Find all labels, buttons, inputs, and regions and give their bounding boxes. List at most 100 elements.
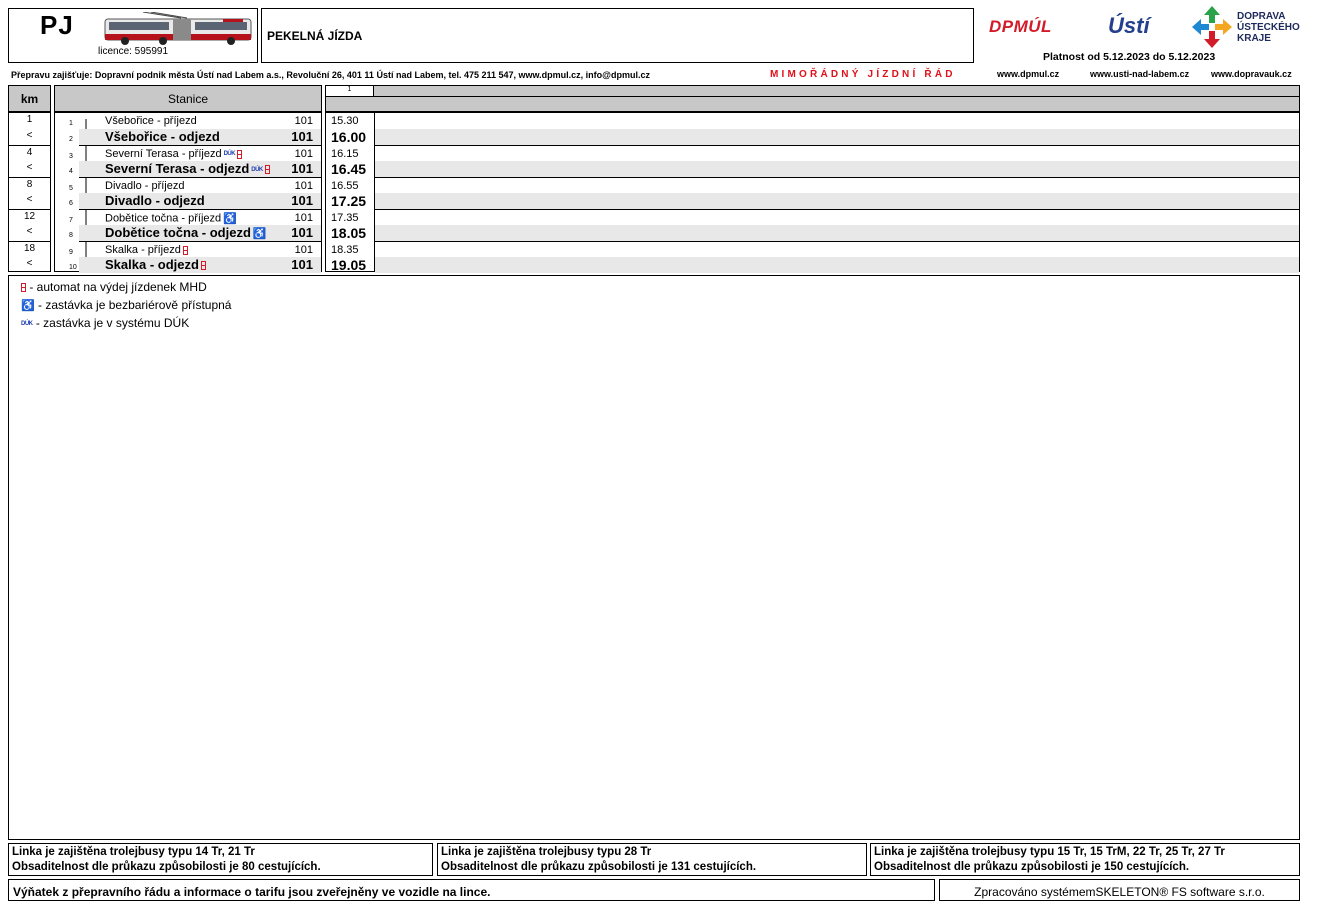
line-code: PJ bbox=[40, 10, 74, 40]
duk-icon: DÚK bbox=[251, 166, 263, 173]
stop-sequence: 3 bbox=[69, 153, 73, 160]
km-row: < bbox=[9, 129, 50, 145]
station-row: 10 Skalka - odjezd 101 bbox=[69, 257, 321, 273]
tariff-zone: 101 bbox=[291, 257, 313, 272]
departure-time: 17.35 bbox=[331, 212, 359, 224]
km-value: < bbox=[26, 194, 33, 205]
tariff-zone: 101 bbox=[294, 244, 313, 256]
usti-logo: Ústí bbox=[1108, 13, 1150, 38]
url-dopravauk[interactable]: www.dopravauk.cz bbox=[1211, 69, 1292, 79]
stop-sequence: 9 bbox=[69, 249, 73, 256]
tariff-zone: 101 bbox=[291, 161, 313, 176]
stop-sequence: 8 bbox=[69, 232, 73, 239]
tariff-zone: 101 bbox=[294, 148, 313, 160]
km-value: < bbox=[26, 130, 33, 141]
tariff-zone: 101 bbox=[291, 129, 313, 144]
station-row: 6 Divadlo - odjezd 101 bbox=[69, 193, 321, 209]
km-row: < bbox=[9, 193, 50, 209]
trolleybus-icon bbox=[104, 12, 252, 45]
km-row: < bbox=[9, 225, 50, 241]
km-value: 8 bbox=[26, 179, 33, 190]
legend-box: - automat na výdej jízdenek MHD ♿ - zastá… bbox=[8, 275, 1300, 840]
tariff-zone: 101 bbox=[294, 212, 313, 224]
special-timetable-notice: MIMOŘÁDNÝ JÍZDNÍ ŘÁD bbox=[770, 69, 956, 80]
departure-time: 15.30 bbox=[331, 115, 359, 127]
vehicle-info-3: Linka je zajištěna trolejbusy typu 15 Tr… bbox=[870, 843, 1300, 876]
km-value: 12 bbox=[23, 211, 36, 222]
station-row: 7 Dobětice točna - příjezd ♿ 101 bbox=[69, 209, 321, 225]
departure-time: 16.00 bbox=[331, 129, 367, 145]
licence-number: licence: 595991 bbox=[98, 46, 169, 57]
tariff-zone: 101 bbox=[294, 115, 313, 127]
stop-sequence: 10 bbox=[69, 264, 77, 271]
wheelchair-icon: ♿ bbox=[21, 300, 35, 313]
legend-item-wheelchair: ♿ - zastávka je bezbariérově přístupná bbox=[19, 298, 231, 312]
operator-info: Přepravu zajišťuje: Dopravní podnik měst… bbox=[11, 70, 650, 80]
url-dpmul[interactable]: www.dpmul.cz bbox=[997, 69, 1059, 79]
legend-text: - zastávka je bezbariérově přístupná bbox=[34, 298, 232, 312]
time-row: 17.25 bbox=[331, 193, 1299, 209]
station-name: Všebořice - příjezd bbox=[105, 115, 197, 127]
line-name-box: PEKELNÁ JÍZDA bbox=[261, 8, 974, 63]
km-row: 1 bbox=[9, 113, 50, 129]
station-header: Stanice bbox=[54, 85, 322, 112]
time-row: 15.30 bbox=[331, 113, 1299, 129]
station-name: Dobětice točna - odjezd ♿ bbox=[105, 225, 267, 241]
duk-icon: DÚK bbox=[21, 320, 33, 327]
time-row: 18.05 bbox=[331, 225, 1299, 241]
km-row: 8 bbox=[9, 177, 50, 193]
km-row: < bbox=[9, 257, 50, 273]
dpmul-logo: DPMÚL bbox=[989, 17, 1052, 36]
station-name: Severní Terasa - odjezd DÚK bbox=[105, 161, 270, 176]
departure-time: 16.15 bbox=[331, 148, 359, 160]
ticket-machine-icon bbox=[182, 245, 188, 255]
km-row: 12 bbox=[9, 209, 50, 225]
legend-text: - automat na výdej jízdenek MHD bbox=[26, 280, 207, 294]
departure-time: 16.55 bbox=[331, 180, 359, 192]
station-name: Skalka - příjezd bbox=[105, 244, 188, 256]
station-row: 9 Skalka - příjezd 101 bbox=[69, 241, 321, 257]
ticket-machine-icon bbox=[237, 149, 243, 159]
station-name: Skalka - odjezd bbox=[105, 257, 206, 272]
legend-item-ticket: - automat na výdej jízdenek MHD bbox=[19, 280, 207, 294]
departure-time: 16.45 bbox=[331, 161, 367, 177]
departure-time: 17.25 bbox=[331, 193, 367, 209]
vehicle-info-1: Linka je zajištěna trolejbusy typu 14 Tr… bbox=[8, 843, 433, 876]
tariff-zone: 101 bbox=[291, 193, 313, 208]
departure-time: 18.05 bbox=[331, 225, 367, 241]
legend-item-duk: DÚK - zastávka je v systému DÚK bbox=[19, 316, 189, 330]
wheelchair-icon: ♿ bbox=[223, 213, 237, 225]
ticket-machine-icon bbox=[200, 261, 206, 271]
extract-note-box: Výňatek z přepravního řádu a informace o… bbox=[8, 879, 935, 901]
stop-sequence: 4 bbox=[69, 168, 73, 175]
stop-sequence: 2 bbox=[69, 136, 73, 143]
km-header: km bbox=[8, 85, 51, 112]
station-name: Divadlo - odjezd bbox=[105, 193, 205, 208]
km-value: 18 bbox=[23, 243, 36, 254]
departure-time: 18.35 bbox=[331, 244, 359, 256]
line-name: PEKELNÁ JÍZDA bbox=[267, 29, 363, 43]
km-row: < bbox=[9, 161, 50, 177]
station-column: 1 Všebořice - příjezd 101 2 Všebořice - odje… bbox=[54, 112, 322, 273]
legend-text: - zastávka je v systému DÚK bbox=[32, 316, 190, 330]
km-value: 1 bbox=[26, 114, 33, 125]
station-row: 8 Dobětice točna - odjezd ♿ 101 bbox=[69, 225, 321, 241]
duk-logo-icon bbox=[1192, 6, 1232, 48]
km-value: < bbox=[26, 162, 33, 173]
station-row: 2 Všebořice - odjezd 101 bbox=[69, 129, 321, 145]
km-row: 18 bbox=[9, 241, 50, 257]
ticket-machine-icon bbox=[264, 165, 270, 175]
km-column: 1 <4 <8 <12 <18 < bbox=[8, 112, 51, 272]
station-row: 5 Divadlo - příjezd 101 bbox=[69, 177, 321, 193]
stop-sequence: 1 bbox=[69, 120, 73, 127]
km-value: < bbox=[26, 226, 33, 237]
station-name: Severní Terasa - příjezd DÚK bbox=[105, 148, 243, 160]
tariff-zone: 101 bbox=[294, 180, 313, 192]
processed-by-box: Zpracováno systémemSKELETON® FS software… bbox=[939, 879, 1300, 901]
km-row: 4 bbox=[9, 145, 50, 161]
km-value: 4 bbox=[26, 147, 33, 158]
km-value: < bbox=[26, 258, 33, 269]
time-row: 17.35 bbox=[331, 209, 1299, 225]
url-usti[interactable]: www.usti-nad-labem.cz bbox=[1090, 69, 1189, 79]
station-row: 3 Severní Terasa - příjezd DÚK 101 bbox=[69, 145, 321, 161]
